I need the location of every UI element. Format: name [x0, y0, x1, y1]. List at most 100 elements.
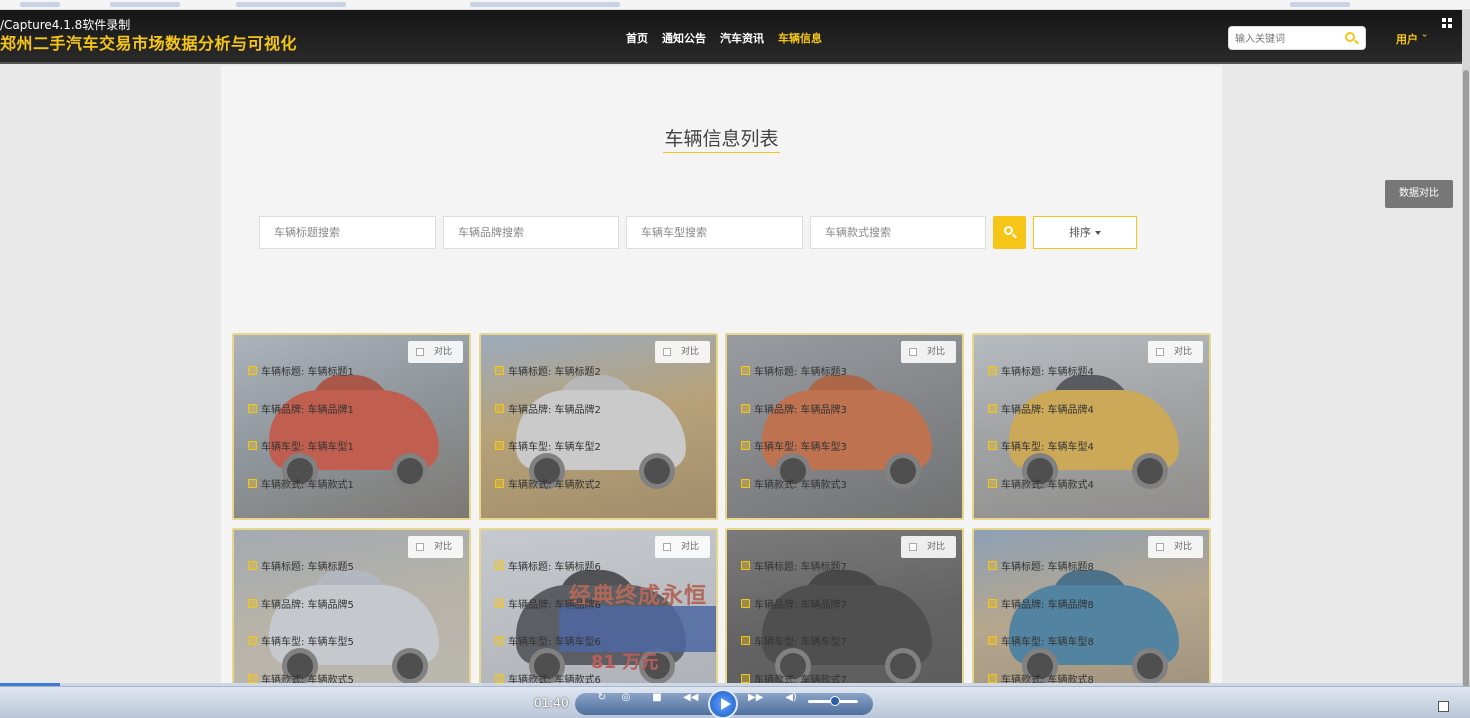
edit-icon: [248, 366, 257, 375]
nav-car-news[interactable]: 汽车资讯: [720, 30, 764, 46]
compare-checkbox[interactable]: 对比: [655, 536, 710, 558]
edit-icon: [495, 673, 504, 683]
vehicle-info: 车辆标题: 车辆标题1 车辆品牌: 车辆品牌1 车辆车型: 车辆车型1 车辆款式: 车…: [248, 363, 354, 513]
repeat-icon[interactable]: ↻: [595, 691, 609, 705]
vehicle-field-title: 车辆标题: 车辆标题1: [248, 363, 354, 401]
edit-icon: [248, 441, 257, 450]
fast-forward-icon[interactable]: ▶▶: [748, 691, 763, 705]
compare-checkbox[interactable]: 对比: [1148, 536, 1203, 558]
checkbox-icon[interactable]: [663, 543, 671, 551]
edit-icon: [988, 598, 997, 608]
vehicle-field-model: 车辆车型: 车辆车型6: [495, 633, 601, 671]
compare-label: 对比: [434, 347, 453, 357]
model-search-input[interactable]: 车辆车型搜索: [626, 216, 803, 249]
edit-icon: [741, 636, 750, 645]
vehicle-brand-text: 车辆品牌: 车辆品牌7: [754, 599, 847, 611]
edit-icon: [741, 441, 750, 450]
title-search-input[interactable]: 车辆标题搜索: [259, 216, 436, 249]
compare-checkbox[interactable]: 对比: [901, 536, 956, 558]
vehicle-card[interactable]: 对比车辆标题: 车辆标题1 车辆品牌: 车辆品牌1 车辆车型: 车辆车型1 车辆款式:…: [232, 333, 471, 520]
checkbox-icon[interactable]: [416, 543, 424, 551]
nav-notices[interactable]: 通知公告: [662, 30, 706, 46]
rewind-icon[interactable]: ◀◀: [683, 691, 698, 705]
vehicle-title-text: 车辆标题: 车辆标题7: [754, 562, 847, 573]
edit-icon: [988, 636, 997, 645]
vehicle-model-text: 车辆车型: 车辆车型1: [261, 442, 354, 453]
checkbox-icon[interactable]: [909, 543, 917, 551]
sort-dropdown[interactable]: 排序: [1033, 216, 1137, 249]
compare-checkbox[interactable]: 对比: [1148, 341, 1203, 363]
nav-home[interactable]: 首页: [626, 30, 648, 46]
header-search-input[interactable]: [1235, 31, 1335, 47]
checkbox-icon[interactable]: [1156, 543, 1164, 551]
edit-icon: [248, 403, 257, 413]
edit-icon: [248, 636, 257, 645]
search-icon[interactable]: [1345, 32, 1355, 42]
checkbox-icon[interactable]: [1156, 348, 1164, 356]
compare-label: 对比: [1174, 347, 1193, 357]
vehicle-field-title: 车辆标题: 车辆标题2: [495, 363, 601, 401]
vehicle-field-brand: 车辆品牌: 车辆品牌1: [248, 401, 354, 439]
page-scrollbar[interactable]: [1462, 10, 1470, 718]
vehicle-card[interactable]: 对比 车辆标题: 车辆标题2 车辆品牌: 车辆品牌2 车辆车型: 车辆车型2 车辆款式:…: [479, 333, 718, 520]
vehicle-field-model: 车辆车型: 车辆车型8: [988, 633, 1094, 671]
vehicle-card[interactable]: 对比 车辆标题: 车辆标题4 车辆品牌: 车辆品牌4 车辆车型: 车辆车型4 车辆款式:…: [972, 333, 1211, 520]
vehicle-brand-text: 车辆品牌: 车辆品牌2: [508, 404, 601, 416]
vehicle-field-brand: 车辆品牌: 车辆品牌7: [741, 596, 847, 634]
compare-checkbox[interactable]: 对比: [408, 341, 463, 363]
vehicle-model-text: 车辆车型: 车辆车型7: [754, 637, 847, 648]
edit-icon: [248, 561, 257, 570]
edit-icon: [741, 561, 750, 570]
edit-icon: [741, 478, 750, 488]
vehicle-field-model: 车辆车型: 车辆车型5: [248, 633, 354, 671]
play-icon[interactable]: [708, 689, 738, 718]
compare-label: 对比: [434, 542, 453, 552]
edit-icon: [495, 561, 504, 570]
brand-search-input[interactable]: 车辆品牌搜索: [443, 216, 619, 249]
user-menu[interactable]: 用户 ˇ: [1396, 31, 1427, 47]
grid-menu-icon[interactable]: [1442, 18, 1456, 30]
compare-checkbox[interactable]: 对比: [408, 536, 463, 558]
scrollbar-thumb[interactable]: [1463, 70, 1469, 690]
page: /Capture4.1.8软件录制 郑州二手汽车交易市场数据分析与可视化 首页 …: [0, 0, 1470, 718]
volume-knob[interactable]: [830, 696, 840, 706]
edit-icon: [248, 598, 257, 608]
title-underline: [663, 152, 780, 153]
checkbox-icon[interactable]: [663, 348, 671, 356]
edit-icon: [988, 366, 997, 375]
compare-label: 对比: [927, 542, 946, 552]
fullscreen-icon[interactable]: [1438, 701, 1449, 712]
vehicle-field-style: 车辆款式: 车辆款式1: [248, 476, 354, 514]
compare-checkbox[interactable]: 对比: [655, 341, 710, 363]
stop-icon[interactable]: ■: [650, 691, 664, 705]
loop-icon[interactable]: ◎: [619, 691, 633, 705]
checkbox-icon[interactable]: [416, 348, 424, 356]
vehicle-field-brand: 车辆品牌: 车辆品牌3: [741, 401, 847, 439]
vehicle-field-title: 车辆标题: 车辆标题4: [988, 363, 1094, 401]
compare-checkbox[interactable]: 对比: [901, 341, 956, 363]
vehicle-field-title: 车辆标题: 车辆标题5: [248, 558, 354, 596]
style-search-input[interactable]: 车辆款式搜索: [810, 216, 986, 249]
data-compare-button[interactable]: 数据对比: [1385, 180, 1453, 208]
vehicle-field-brand: 车辆品牌: 车辆品牌5: [248, 596, 354, 634]
vehicle-style-text: 车辆款式: 车辆款式4: [1001, 479, 1094, 491]
vehicle-model-text: 车辆车型: 车辆车型5: [261, 637, 354, 648]
vehicle-field-model: 车辆车型: 车辆车型4: [988, 438, 1094, 476]
edit-icon: [741, 598, 750, 608]
nav-vehicle-info[interactable]: 车辆信息: [778, 30, 822, 46]
compare-label: 对比: [681, 347, 700, 357]
filter-search-button[interactable]: [993, 216, 1026, 249]
caret-down-icon: [1095, 231, 1101, 235]
header-search[interactable]: [1228, 26, 1366, 50]
vehicle-title-text: 车辆标题: 车辆标题6: [508, 562, 601, 573]
vehicle-card[interactable]: 对比车辆标题: 车辆标题3 车辆品牌: 车辆品牌3 车辆车型: 车辆车型3 车辆款式:…: [725, 333, 964, 520]
edit-icon: [495, 441, 504, 450]
checkbox-icon[interactable]: [909, 348, 917, 356]
vehicle-field-title: 车辆标题: 车辆标题3: [741, 363, 847, 401]
edit-icon: [248, 478, 257, 488]
vehicle-info: 车辆标题: 车辆标题3 车辆品牌: 车辆品牌3 车辆车型: 车辆车型3 车辆款式: 车…: [741, 363, 847, 513]
volume-icon[interactable]: ◀): [784, 691, 798, 705]
edit-icon: [988, 673, 997, 683]
edit-icon: [495, 598, 504, 608]
site-title[interactable]: 郑州二手汽车交易市场数据分析与可视化: [0, 30, 297, 54]
